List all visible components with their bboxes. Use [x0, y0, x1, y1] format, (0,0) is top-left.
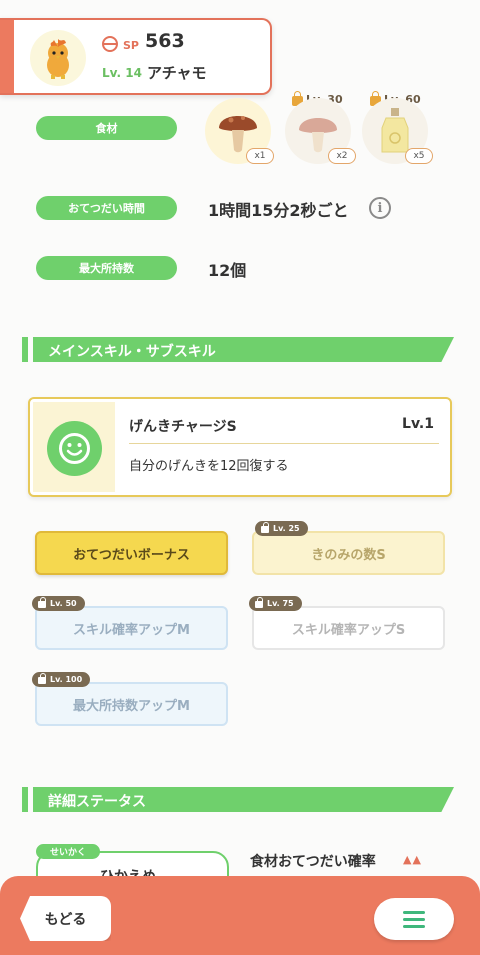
- subskill-2-lock: Lv. 25: [255, 521, 308, 536]
- main-skill-name: げんきチャージS: [129, 419, 237, 435]
- pokemon-level: Lv. 14: [102, 66, 142, 80]
- subskill-2-lock-level: Lv. 25: [273, 524, 300, 533]
- skills-section-header: メインスキル・サブスキル: [22, 337, 454, 362]
- max-carry-value: 12個: [208, 261, 247, 280]
- subskill-5-lock: Lv. 100: [32, 672, 91, 687]
- help-time-label: おてつだい時間: [36, 196, 177, 220]
- detail-section-title: 詳細ステータス: [48, 794, 146, 810]
- info-icon[interactable]: i: [369, 197, 391, 219]
- menu-icon-line: [403, 924, 425, 928]
- subskill-4-lock-level: Lv. 75: [267, 599, 294, 608]
- torchic-icon: [47, 39, 69, 79]
- subskill-3-lock-level: Lv. 50: [50, 599, 77, 608]
- skill-icon-panel: [33, 402, 115, 492]
- subskill-3-lock: Lv. 50: [32, 596, 85, 611]
- pokemon-name: アチャモ: [147, 64, 207, 82]
- lock-icon: [38, 597, 46, 608]
- sp-label: SP: [123, 39, 139, 52]
- skill-divider: [129, 443, 439, 444]
- menu-icon-line: [403, 917, 425, 921]
- ingredient-count-3: x5: [405, 148, 433, 164]
- pokemon-avatar[interactable]: [30, 30, 86, 86]
- back-button[interactable]: もどる: [20, 896, 111, 941]
- skills-section-title: メインスキル・サブスキル: [48, 344, 216, 360]
- help-time-value: 1時間15分2秒ごと: [208, 201, 349, 220]
- menu-button[interactable]: [374, 898, 454, 940]
- sp-value: 563: [145, 30, 185, 52]
- subskill-4-lock: Lv. 75: [249, 596, 302, 611]
- subskill-2-button[interactable]: きのみの数S: [252, 531, 445, 575]
- main-skill-level: Lv.1: [402, 416, 434, 432]
- ingredient-count-2: x2: [328, 148, 356, 164]
- subskill-1-button[interactable]: おてつだいボーナス: [35, 531, 228, 575]
- lock-icon: [255, 597, 263, 608]
- subskill-4-button[interactable]: スキル確率アップS: [252, 606, 445, 650]
- main-skill-description: 自分のげんきを12回復する: [129, 459, 289, 474]
- pokemon-header-card: SP 563 Lv. 14 アチャモ: [0, 18, 272, 95]
- rate-up-indicator: ▲▲: [403, 853, 422, 866]
- smile-icon: [47, 421, 102, 476]
- main-skill-card[interactable]: げんきチャージS Lv.1 自分のげんきを12回復する: [28, 397, 452, 497]
- ingredient-count-1: x1: [246, 148, 274, 164]
- max-carry-label: 最大所持数: [36, 256, 177, 280]
- lock-icon: [38, 673, 46, 684]
- section-stripe: [22, 787, 28, 812]
- ingredient-help-rate-label: 食材おてつだい確率: [250, 854, 376, 870]
- ingredients-label: 食材: [36, 116, 177, 140]
- lock-icon: [261, 522, 269, 533]
- header-accent-bar: [0, 20, 14, 93]
- sp-icon: [102, 36, 118, 52]
- nature-tag: せいかく: [36, 844, 100, 859]
- menu-icon-line: [403, 910, 425, 914]
- subskill-3-button[interactable]: スキル確率アップM: [35, 606, 228, 650]
- subskill-5-lock-level: Lv. 100: [50, 675, 83, 684]
- subskill-5-button[interactable]: 最大所持数アップM: [35, 682, 228, 726]
- detail-section-header: 詳細ステータス: [22, 787, 454, 812]
- section-stripe: [22, 337, 28, 362]
